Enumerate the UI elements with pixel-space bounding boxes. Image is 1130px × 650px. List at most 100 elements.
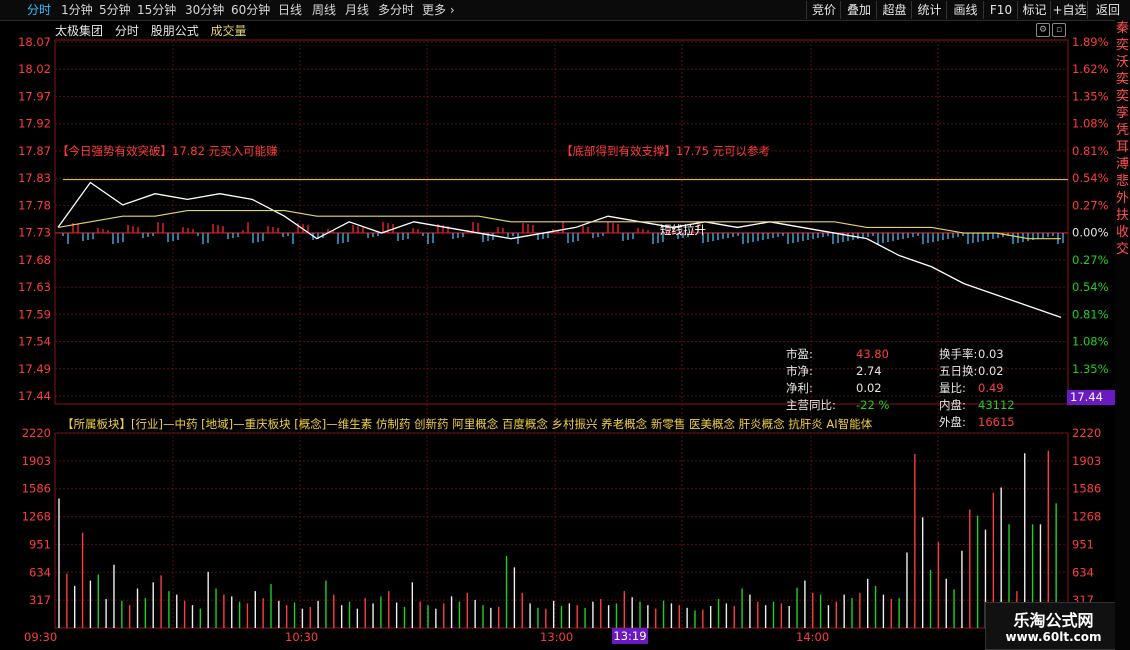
volume-tick-label-right: 1268 [1072,510,1101,524]
tab-0[interactable]: 分时 [27,2,51,18]
volume-tick-label: 1586 [22,482,51,496]
sector-info: 【所属板块】[行业]—中药 [地域]—重庆板块 [概念]—维生素 仿制药 创新药… [62,417,873,431]
watermark: 乐淘公式网 www.60lt.com [985,602,1122,650]
percent-tick-label: 0.81% [1072,307,1109,321]
signal-breakout-bracket: 【今日强势有效突破】 [57,144,172,158]
toolbar-button-7[interactable]: +自选 [1050,1,1088,19]
percent-tick-label: 1.35% [1072,362,1109,376]
percent-tick-label: 0.00% [1072,226,1109,240]
signal-support-bracket: 【底部得到有效支撑】 [561,144,676,158]
percent-tick-label: 0.27% [1072,198,1109,212]
tab-2[interactable]: 5分钟 [99,2,131,18]
short-term-label: 短线拉升 [660,223,706,237]
side-char: 奕 [1115,72,1129,87]
side-char: 交 [1115,242,1129,257]
volume-tick-label: 317 [29,593,51,607]
side-char: 凭 [1115,123,1129,138]
price-tick-label: 17.54 [18,335,51,349]
side-char: 扶 [1115,208,1129,223]
percent-tick-label: 0.81% [1072,144,1109,158]
volume-tick-label: 1903 [22,454,51,468]
price-tick-label: 17.87 [18,144,51,158]
current-price-tag: 17.44 [1067,390,1115,405]
side-char: 耳 [1115,140,1129,155]
volume-tick-label-right: 951 [1072,537,1094,551]
side-char: 奕 [1115,89,1129,104]
volume-tick-label-right: 2220 [1072,426,1101,440]
price-tick-label: 17.78 [18,198,51,212]
price-tick-label: 17.73 [18,226,51,240]
tab-4[interactable]: 30分钟 [185,2,224,18]
side-char: 外 [1115,191,1129,206]
stat-value: 0.02 [978,364,1004,378]
price-tick-label: 17.83 [18,171,51,185]
watermark-title: 乐淘公式网 [1013,611,1094,630]
toolbar-button-2[interactable]: 超盘 [876,1,912,19]
toolbar-button-4[interactable]: 画线 [946,1,984,19]
intraday-chart[interactable]: 18.07 1.89% 18.02 1.62% 17.97 1.35% 17.92 1.08%… [0,20,1115,650]
signal-support: 【底部得到有效支撑】17.75 元可以参考 [561,144,770,158]
percent-tick-label: 1.08% [1072,117,1109,131]
side-char: 秦 [1115,21,1129,36]
stat-label: 市净: [786,364,813,378]
price-tick-label: 18.07 [18,35,51,49]
stat-value: 43112 [978,398,1015,412]
stat-value: 43.80 [856,347,889,361]
stat-label: 市盈: [786,347,813,361]
tab-3[interactable]: 15分钟 [137,2,176,18]
volume-tick-label-right: 634 [1072,565,1094,579]
percent-tick-label: 0.54% [1072,280,1109,294]
percent-tick-label: 1.62% [1072,62,1109,76]
side-char: 奕 [1115,38,1129,53]
price-tick-label: 17.63 [18,280,51,294]
toolbar-button-3[interactable]: 统计 [911,1,947,19]
watermark-url: www.60lt.com [1005,630,1102,644]
percent-tick-label: 0.27% [1072,253,1109,267]
percent-tick-label: 0.54% [1072,171,1109,185]
tab-1[interactable]: 1分钟 [61,2,93,18]
volume-tick-label: 951 [29,537,51,551]
side-char: 悲 [1115,174,1129,189]
tab-7[interactable]: 周线 [312,2,336,18]
stat-value: 0.02 [856,381,882,395]
price-tick-label: 17.97 [18,89,51,103]
toolbar-button-8[interactable]: 返回 [1087,1,1128,19]
signal-breakout-text: 17.82 元买入可能赚 [172,144,278,158]
stat-value: -22 % [856,398,890,412]
stat-label: 外盘: [939,415,966,429]
side-char: 沃 [1115,55,1129,70]
tab-10[interactable]: 更多 › [422,2,455,18]
volume-tick-label-right: 1586 [1072,482,1101,496]
price-tick-label: 17.59 [18,307,51,321]
tab-5[interactable]: 60分钟 [231,2,270,18]
stat-value: 16615 [978,415,1015,429]
signal-breakout: 【今日强势有效突破】17.82 元买入可能赚 [57,144,278,158]
period-toolbar: 分时 1分钟 5分钟 15分钟 30分钟 60分钟 日线 周线 月线 多分时 更多 › 竞价 叠加 超盘统… [0,0,1130,21]
toolbar-button-0[interactable]: 竞价 [806,1,841,19]
side-char: 收 [1115,225,1129,240]
price-tick-label: 17.44 [18,389,51,403]
time-tick-label: 10:30 [285,630,318,644]
cursor-time-tag: 13:19 [612,628,648,644]
toolbar-button-6[interactable]: 标记 [1017,1,1051,19]
price-tick-label: 18.02 [18,62,51,76]
signal-support-text: 17.75 元可以参考 [676,144,771,158]
tab-9[interactable]: 多分时 [378,2,414,18]
stat-label: 主营同比: [786,398,836,412]
price-tick-label: 17.92 [18,117,51,131]
stat-label: 内盘: [939,398,966,412]
tab-8[interactable]: 月线 [345,2,369,18]
stat-label: 量比: [939,381,966,395]
tab-6[interactable]: 日线 [278,2,302,18]
volume-tick-label-right: 1903 [1072,454,1101,468]
volume-panel-frame [54,432,1069,629]
side-panel-strip[interactable]: 秦奕沃奕奕孪凭耳溥悲外扶收交 [1115,20,1130,650]
stat-value: 0.03 [978,347,1004,361]
volume-tick-label: 634 [29,565,51,579]
stat-value: 2.74 [856,364,882,378]
percent-tick-label: 1.08% [1072,335,1109,349]
price-tick-label: 17.49 [18,362,51,376]
toolbar-button-1[interactable]: 叠加 [840,1,877,19]
toolbar-button-5[interactable]: F10 [983,1,1018,19]
stat-value: 0.49 [978,381,1004,395]
